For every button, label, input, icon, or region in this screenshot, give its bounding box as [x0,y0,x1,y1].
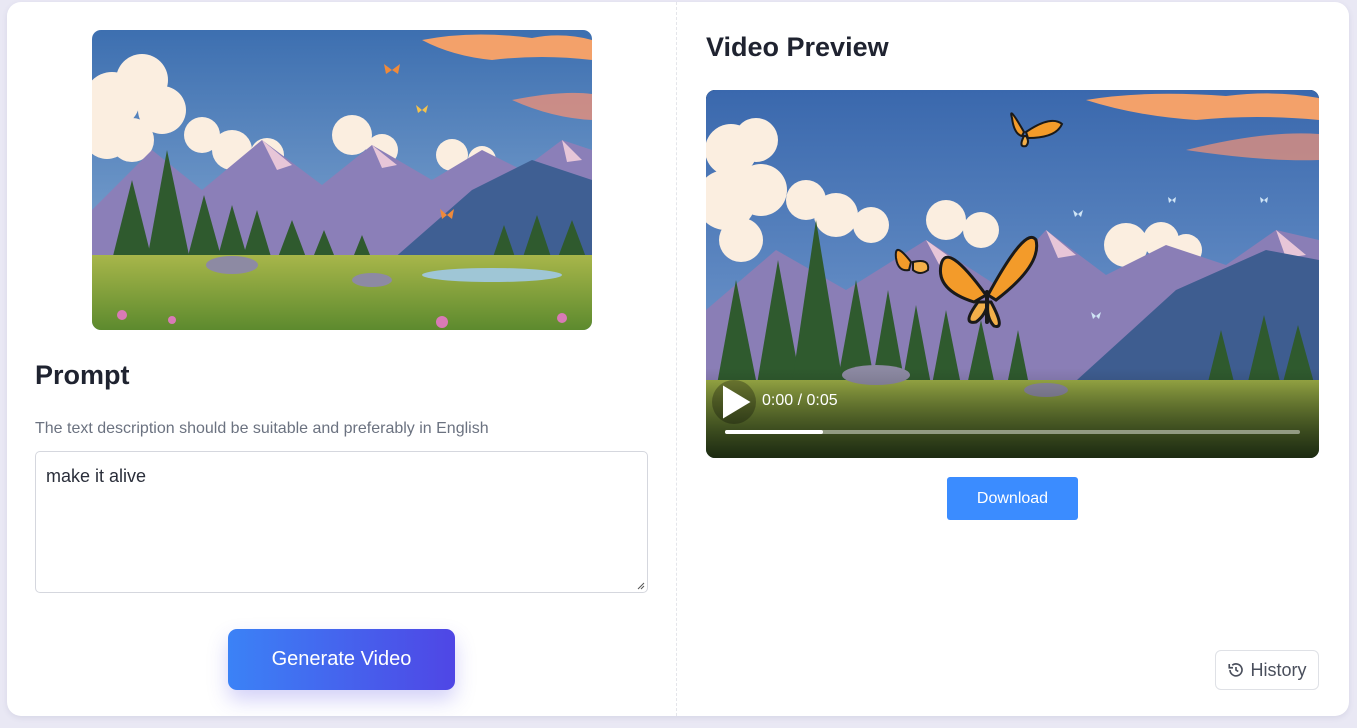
seek-bar-progress [725,430,823,434]
prompt-hint: The text description should be suitable … [35,420,489,437]
seek-bar[interactable] [725,430,1300,434]
play-icon [723,385,751,419]
history-label: History [1250,659,1307,680]
source-image [92,30,592,330]
prompt-text: make it alive [46,466,147,486]
prompt-textarea[interactable]: make it alive [35,451,648,593]
more-vertical-icon[interactable] [1279,389,1319,458]
history-button[interactable]: History [1215,650,1319,690]
video-preview-title: Video Preview [706,32,889,62]
panel-divider [676,2,677,716]
video-player[interactable]: 0:00 / 0:05 [706,90,1319,458]
download-button[interactable]: Download [947,477,1078,520]
generate-video-button[interactable]: Generate Video [228,629,455,690]
prompt-title: Prompt [35,360,130,390]
play-button[interactable] [712,380,756,424]
resize-grip-icon[interactable] [635,580,645,590]
history-icon [1228,663,1244,677]
main-card: Prompt The text description should be su… [7,2,1349,716]
video-time: 0:00 / 0:05 [762,392,838,409]
